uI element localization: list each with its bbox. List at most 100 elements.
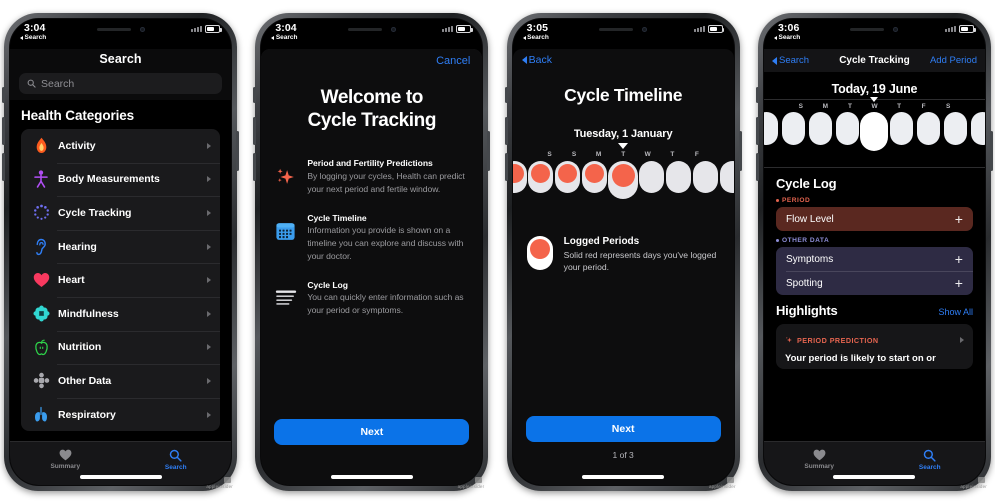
show-all-button[interactable]: Show All (938, 307, 973, 317)
timeline-day[interactable] (719, 161, 734, 199)
chevron-left-icon (521, 56, 527, 64)
volume-down-button[interactable] (2, 153, 5, 181)
category-label: Other Data (58, 374, 112, 387)
timeline-day[interactable] (763, 111, 780, 151)
timeline-day[interactable] (807, 111, 834, 151)
timeline-day[interactable] (692, 161, 719, 199)
dow-label (960, 103, 985, 110)
phone-device-cycle-tracking: 3:06 Search Search Cycle Tracking Add Pe… (755, 13, 993, 491)
silent-switch[interactable] (504, 87, 508, 103)
timeline-day[interactable] (942, 111, 969, 151)
feature-list: Period and Fertility Predictions By logg… (261, 158, 482, 317)
category-label: Nutrition (58, 341, 102, 354)
log-item-spotting[interactable]: Spotting + (776, 271, 973, 295)
home-indicator[interactable] (330, 475, 413, 479)
heart-filled-icon (59, 449, 72, 461)
timeline-day[interactable] (581, 161, 608, 199)
add-icon[interactable]: + (955, 212, 963, 226)
back-button-search[interactable]: Search (771, 55, 809, 66)
category-row-hearing[interactable]: Hearing (21, 229, 220, 264)
volume-down-button[interactable] (504, 153, 508, 181)
apple-icon (28, 334, 54, 360)
add-icon[interactable]: + (955, 276, 963, 290)
volume-down-button[interactable] (253, 153, 257, 181)
dow-label: M (595, 151, 602, 158)
status-indicators (944, 25, 976, 33)
page-title: Cycle Timeline (564, 85, 683, 105)
other-data-icon (28, 368, 54, 394)
power-button[interactable] (236, 131, 239, 171)
chevron-left-icon (771, 56, 777, 65)
timeline-day[interactable] (528, 161, 555, 199)
volume-up-button[interactable] (253, 117, 257, 145)
category-row-heart[interactable]: Heart (21, 263, 220, 297)
legend-logged-periods: Logged Periods Solid red represents days… (513, 236, 734, 274)
timeline-day[interactable] (665, 161, 692, 199)
notch (822, 19, 927, 39)
add-period-button[interactable]: Add Period (930, 55, 977, 66)
category-row-activity[interactable]: Activity (21, 129, 220, 163)
timeline-day[interactable] (512, 161, 528, 199)
cycle-icon (28, 200, 54, 226)
timeline-day[interactable] (915, 111, 942, 151)
log-item-label: Flow Level (785, 213, 834, 225)
status-back-link[interactable]: Search (20, 34, 46, 41)
next-button[interactable]: Next (525, 416, 721, 442)
battery-icon (958, 25, 976, 33)
category-row-body-measurements[interactable]: Body Measurements (21, 162, 220, 197)
power-button[interactable] (487, 131, 491, 171)
category-row-mindfulness[interactable]: Mindfulness (21, 296, 220, 331)
silent-switch[interactable] (755, 87, 759, 103)
feature-heading: Cycle Timeline (307, 212, 367, 223)
search-header: Search Search (10, 49, 231, 100)
category-row-nutrition[interactable]: Nutrition (21, 330, 220, 365)
category-row-cycle-tracking[interactable]: Cycle Tracking (21, 196, 220, 230)
log-item-symptoms[interactable]: Symptoms + (776, 247, 973, 271)
power-button[interactable] (989, 131, 993, 171)
add-icon[interactable]: + (955, 252, 963, 266)
timeline-day-selected[interactable] (860, 111, 889, 151)
volume-down-button[interactable] (755, 153, 759, 181)
calendar-icon (273, 219, 298, 244)
category-row-other-data[interactable]: Other Data (21, 364, 220, 398)
status-back-link[interactable]: Search (271, 34, 298, 41)
heart-filled-icon (813, 449, 826, 461)
status-back-link[interactable]: Search (773, 34, 801, 41)
notch (68, 19, 173, 39)
home-indicator[interactable] (582, 475, 665, 479)
timeline-dots-row (512, 161, 734, 199)
power-button[interactable] (738, 131, 742, 171)
timeline-day-selected[interactable] (608, 161, 639, 199)
next-button[interactable]: Next (274, 419, 470, 445)
home-indicator[interactable] (833, 475, 916, 479)
log-item-flow-level[interactable]: Flow Level + (776, 207, 973, 231)
heart-icon (28, 267, 54, 293)
timeline-day[interactable] (888, 111, 915, 151)
status-back-label: Search (778, 34, 801, 41)
timeline-day[interactable] (780, 111, 807, 151)
timeline-day[interactable] (554, 161, 581, 199)
silent-switch[interactable] (253, 87, 257, 103)
cancel-button[interactable]: Cancel (261, 49, 482, 67)
search-input[interactable]: Search (19, 73, 222, 94)
back-button[interactable]: Back (521, 54, 552, 66)
volume-up-button[interactable] (755, 117, 759, 145)
chevron-right-icon (207, 209, 211, 216)
status-back-label: Search (275, 34, 298, 41)
title-line-2: Cycle Tracking (307, 110, 437, 132)
silent-switch[interactable] (2, 87, 5, 103)
sparkle-icon (273, 164, 298, 189)
highlight-card-period-prediction[interactable]: PERIOD PREDICTION Your period is likely … (775, 324, 973, 370)
status-time: 3:05 (526, 22, 549, 34)
timeline-day[interactable] (638, 161, 665, 199)
category-row-respiratory[interactable]: Respiratory (21, 397, 220, 432)
timeline-day[interactable] (834, 111, 861, 151)
status-back-link[interactable]: Search (522, 34, 549, 41)
volume-up-button[interactable] (2, 117, 5, 145)
day-dot-empty (665, 161, 691, 193)
phone-device-welcome: 3:04 Search Cancel Welcome to Cycle Trac… (253, 13, 491, 491)
day-dot-empty (971, 111, 985, 145)
timeline-day[interactable] (969, 111, 985, 151)
home-indicator[interactable] (79, 475, 162, 479)
volume-up-button[interactable] (504, 117, 508, 145)
